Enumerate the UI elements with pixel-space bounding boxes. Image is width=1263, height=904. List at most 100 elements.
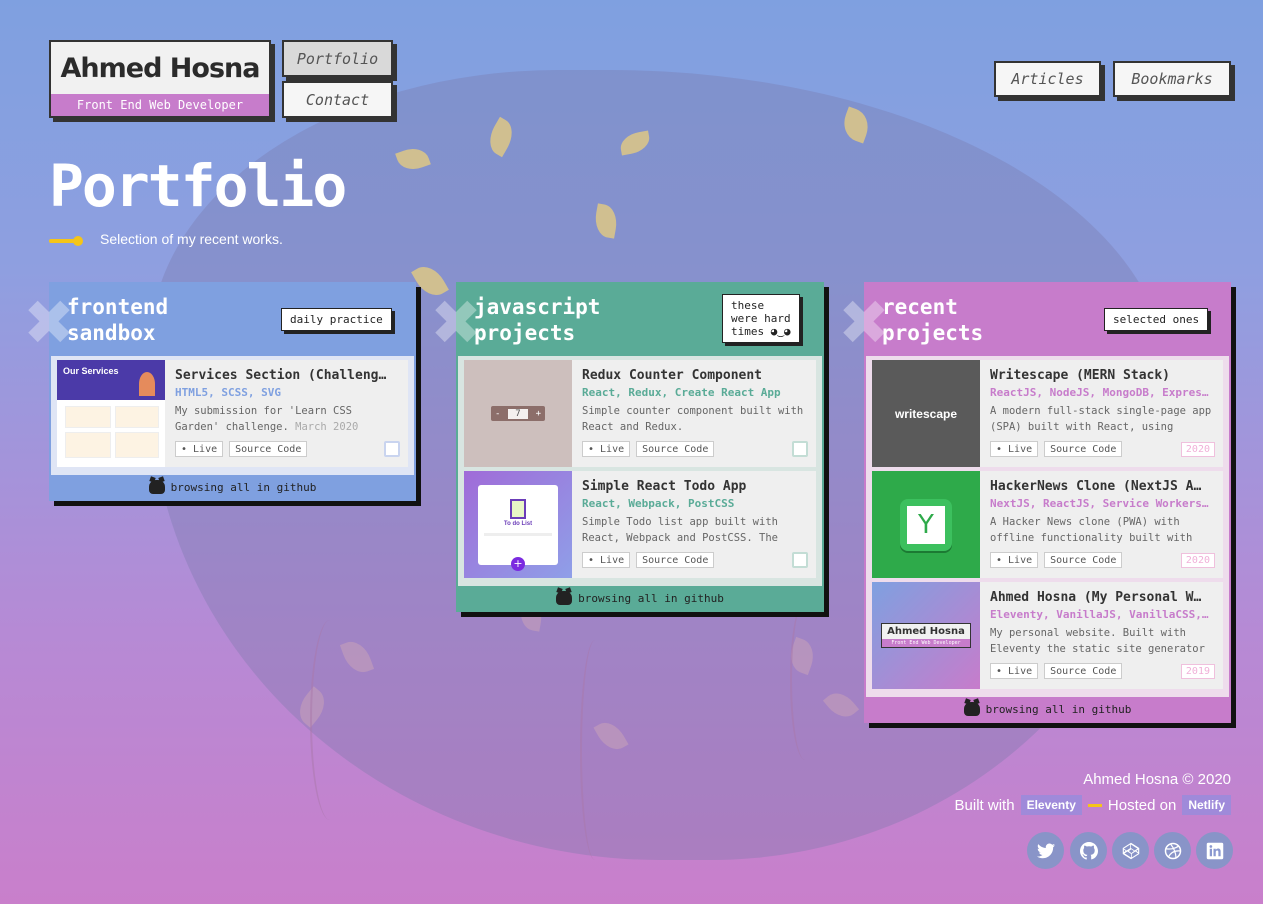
mini-logo-role: Front End Web Developer xyxy=(882,639,970,647)
writescape-logo: writescape xyxy=(894,406,958,421)
source-code-button[interactable]: Source Code xyxy=(1044,663,1123,679)
source-code-button[interactable]: Source Code xyxy=(636,441,715,457)
card-body: Our Services Services Section (Challeng…… xyxy=(51,356,414,475)
counter-widget: - 7 + xyxy=(491,406,545,421)
project-description: My submission for 'Learn CSS Garden' cha… xyxy=(175,403,398,435)
live-button[interactable]: • Live xyxy=(582,441,631,457)
netlify-link[interactable]: Netlify xyxy=(1182,795,1231,815)
project-tags: ReactJS, NodeJS, MongoDB, Express… xyxy=(990,386,1213,399)
project-title[interactable]: Services Section (Challeng… xyxy=(175,368,398,383)
project-buttons: • Live Source Code xyxy=(582,552,806,568)
source-code-button[interactable]: Source Code xyxy=(229,441,308,457)
recent-projects-card: ✖ recent projects selected ones writesca… xyxy=(838,282,1231,723)
copyright: Ahmed Hosna © 2020 xyxy=(1083,771,1231,788)
stem-decoration xyxy=(790,600,820,760)
github-link-label: browsing all in github xyxy=(985,702,1132,716)
project-thumbnail[interactable]: Our Services xyxy=(57,360,165,467)
project-info: Simple React Todo App React, Webpack, Po… xyxy=(572,471,816,578)
card-title: javascript projects xyxy=(474,295,601,345)
card-tag: daily practice xyxy=(281,308,392,331)
source-code-button[interactable]: Source Code xyxy=(636,552,715,568)
project-item[interactable]: Our Services Services Section (Challeng…… xyxy=(57,360,408,467)
card-tag: these were hard times ◕‿◕ xyxy=(722,294,800,343)
todo-app-mock: To do List xyxy=(478,485,558,565)
page-title: Portfolio xyxy=(49,152,347,220)
twitter-icon[interactable] xyxy=(1027,832,1064,869)
nav-portfolio[interactable]: Portfolio xyxy=(282,40,393,77)
github-link[interactable]: browsing all in github xyxy=(458,586,822,610)
javascript-projects-card: ✖ javascript projects these were hard ti… xyxy=(430,282,824,612)
stem-decoration xyxy=(580,640,610,860)
card-title: recent projects xyxy=(882,295,984,345)
project-title[interactable]: Writescape (MERN Stack) xyxy=(990,368,1213,383)
thumb-block xyxy=(65,406,111,428)
github-link-label: browsing all in github xyxy=(578,591,724,605)
page-subtitle: Selection of my recent works. xyxy=(100,231,283,247)
project-buttons: • Live Source Code xyxy=(175,441,398,457)
stem-decoration xyxy=(310,620,350,820)
thumb-figure xyxy=(139,372,155,396)
project-item[interactable]: Y HackerNews Clone (NextJS A… NextJS, Re… xyxy=(872,471,1223,578)
subtitle-accent-dot xyxy=(73,236,83,246)
live-button[interactable]: • Live xyxy=(582,552,631,568)
project-checkbox xyxy=(384,441,400,457)
thumb-block xyxy=(115,432,159,458)
live-button[interactable]: • Live xyxy=(990,552,1039,568)
card-header: ✖ recent projects selected ones xyxy=(838,284,1229,356)
project-description: A modern full-stack single-page app (SPA… xyxy=(990,405,1212,433)
project-info: Writescape (MERN Stack) ReactJS, NodeJS,… xyxy=(980,360,1223,467)
project-tags: HTML5, SCSS, SVG xyxy=(175,386,281,399)
source-code-button[interactable]: Source Code xyxy=(1044,441,1123,457)
linkedin-icon[interactable] xyxy=(1196,832,1233,869)
github-link[interactable]: browsing all in github xyxy=(866,697,1229,721)
nav-contact[interactable]: Contact xyxy=(282,81,393,118)
logo-role: Front End Web Developer xyxy=(51,94,269,116)
todo-list-icon xyxy=(510,499,526,519)
github-icon[interactable] xyxy=(1070,832,1107,869)
hackernews-logo: Y xyxy=(900,498,952,551)
github-icon xyxy=(963,702,980,716)
project-title[interactable]: Redux Counter Component xyxy=(582,368,806,383)
card-tag: selected ones xyxy=(1104,308,1209,331)
project-info: Services Section (Challeng… HTML5, SCSS,… xyxy=(165,360,408,467)
github-link[interactable]: browsing all in github xyxy=(51,475,414,499)
project-title[interactable]: Ahmed Hosna (My Personal W… xyxy=(990,590,1213,605)
project-item[interactable]: - 7 + Redux Counter Component React, Red… xyxy=(464,360,816,467)
dribbble-icon[interactable] xyxy=(1154,832,1191,869)
project-checkbox xyxy=(792,441,808,457)
live-button[interactable]: • Live xyxy=(175,441,224,457)
project-thumbnail[interactable]: writescape xyxy=(872,360,980,467)
project-thumbnail[interactable]: Y xyxy=(872,471,980,578)
eleventy-link[interactable]: Eleventy xyxy=(1020,795,1082,815)
card-header: ✖ javascript projects these were hard ti… xyxy=(430,284,822,356)
project-title[interactable]: Simple React Todo App xyxy=(582,479,806,494)
project-title[interactable]: HackerNews Clone (NextJS A… xyxy=(990,479,1213,494)
counter-value: 7 xyxy=(508,408,528,419)
project-description: My personal website. Built with Eleventy… xyxy=(990,627,1205,655)
project-description: Simple counter component built with Reac… xyxy=(582,405,804,433)
project-item[interactable]: writescape Writescape (MERN Stack) React… xyxy=(872,360,1223,467)
thumb-heading: Our Services xyxy=(63,366,119,376)
source-code-button[interactable]: Source Code xyxy=(1044,552,1123,568)
codepen-icon[interactable] xyxy=(1112,832,1149,869)
card-header: ✖ frontend sandbox daily practice xyxy=(23,284,414,356)
nav-bookmarks[interactable]: Bookmarks xyxy=(1113,61,1231,97)
built-with-row: Built with Eleventy Hosted on Netlify xyxy=(955,795,1231,815)
frontend-sandbox-card: ✖ frontend sandbox daily practice Our Se… xyxy=(23,282,416,501)
nav-articles[interactable]: Articles xyxy=(994,61,1101,97)
project-thumbnail[interactable]: Ahmed Hosna Front End Web Developer xyxy=(872,582,980,689)
project-buttons: • Live Source Code xyxy=(582,441,806,457)
mini-logo-name: Ahmed Hosna xyxy=(887,626,965,637)
project-item[interactable]: Ahmed Hosna Front End Web Developer Ahme… xyxy=(872,582,1223,689)
live-button[interactable]: • Live xyxy=(990,663,1039,679)
site-logo[interactable]: Ahmed Hosna Front End Web Developer xyxy=(49,40,271,118)
project-item[interactable]: To do List + Simple React Todo App React… xyxy=(464,471,816,578)
project-thumbnail[interactable]: - 7 + xyxy=(464,360,572,467)
project-thumbnail[interactable]: To do List + xyxy=(464,471,572,578)
project-info: Redux Counter Component React, Redux, Cr… xyxy=(572,360,816,467)
github-icon xyxy=(556,591,573,605)
project-description: Simple Todo list app built with React, W… xyxy=(582,516,778,544)
todo-label: To do List xyxy=(503,521,533,527)
live-button[interactable]: • Live xyxy=(990,441,1039,457)
project-tags: Eleventy, VanillaJS, VanillaCSS, … xyxy=(990,608,1213,621)
